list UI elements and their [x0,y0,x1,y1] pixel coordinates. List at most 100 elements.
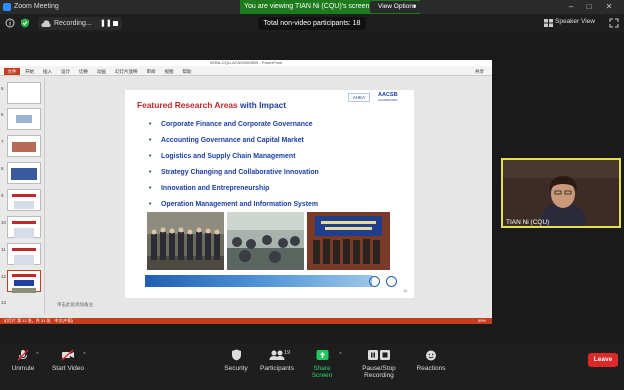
reactions-label: Reactions [416,365,446,372]
participant-video [503,160,619,226]
ppt-file-tab[interactable]: 文件 [4,68,20,75]
minimize-icon[interactable]: – [566,2,576,12]
aacsb-logo: AACSB ACCREDITED [378,92,411,104]
thumb-number: 5 [1,86,4,91]
ppt-tab[interactable]: 审阅 [147,69,156,74]
notes-placeholder: 单击此处添加备注 [57,302,93,307]
bullet-text: Strategy Changing and Collaborative Inno… [161,169,319,176]
unmute-label: Unmute [11,365,35,372]
ppt-tab[interactable]: 动画 [97,69,106,74]
start-video-label: Start Video [51,365,85,372]
share-screen-button[interactable]: Share Screen [303,349,341,379]
recording-label: Recording... [54,20,92,27]
slide-thumbnail-pane: 5 6 7 8 9 10 11 12 13 [0,78,45,314]
viewing-banner: You are viewing TIAN Ni (CQU)'s screen V… [240,0,420,14]
slide-thumbnail[interactable] [7,216,41,238]
ppt-zoom-level[interactable]: 99% [478,318,486,324]
bullet-item: • Logistics and Supply Chain Management [149,153,296,160]
slide-thumbnail[interactable] [7,108,41,130]
pause-stop-recording-button[interactable]: Pause/Stop Recording [349,349,409,379]
shield-icon[interactable] [20,18,30,28]
reactions-button[interactable]: Reactions [416,349,446,372]
speaker-view-button[interactable]: Speaker View [555,18,595,25]
participants-count-badge: 19 [284,350,291,356]
slide-thumbnail[interactable] [7,189,41,211]
ppt-tab[interactable]: 插入 [43,69,52,74]
active-speaker-tile[interactable]: TIAN Ni (CQU) [501,158,621,228]
shared-screen: SEBA-CQU-ACN00000805 - PowerPoint 文件 开始插… [0,60,492,324]
conference-photo [307,212,390,270]
bullet-item: • Strategy Changing and Collaborative Inn… [149,169,319,176]
slide-thumbnail[interactable] [7,82,41,104]
maximize-icon[interactable]: □ [584,2,594,12]
leave-button[interactable]: Leave [588,353,618,367]
share-options-chevron-icon[interactable]: ^ [339,352,342,358]
slide-thumbnail[interactable] [7,135,41,157]
bullet-text: Logistics and Supply Chain Management [161,153,296,160]
ppt-status-text: 幻灯片 第 12 张，共 31 张 中文(中国) [4,318,74,323]
view-options-button[interactable]: View Options ▾ [370,1,420,13]
pause-icon[interactable]: ❚❚ [100,17,112,30]
ppt-ribbon: 文件 开始 插入 设计 切换 动画 幻灯片放映 审阅 视图 帮助 共享 [0,66,492,76]
meeting-controls-bar: Unmute ^ Start Video ^ Security Particip… [0,344,624,390]
info-icon[interactable] [5,18,15,28]
zoom-logo-icon [3,3,11,11]
pause-stop-icon [368,350,390,360]
slide-banner-stripe [145,275,372,287]
ppt-tab[interactable]: 开始 [25,69,34,74]
ppt-tab[interactable]: 切换 [79,69,88,74]
bullet-item: • Operation Management and Information Sy… [149,201,318,208]
video-options-chevron-icon[interactable]: ^ [83,352,86,358]
ppt-tab[interactable]: 帮助 [183,69,192,74]
reactions-icon [426,350,436,361]
school-seal-icon [386,276,397,287]
security-button[interactable]: Security [222,349,250,372]
fullscreen-icon[interactable] [609,18,619,28]
title-bar: Zoom Meeting You are viewing TIAN Ni (CQ… [0,0,624,14]
pause-recording-label: Pause/Stop Recording [362,365,396,379]
notes-pane[interactable]: 单击此处添加备注 [45,300,492,310]
ahea-logo: AHEA [348,93,370,102]
thumb-number: 8 [1,166,4,171]
start-video-button[interactable]: Start Video [50,349,86,372]
slide-page-number: 12 [403,288,408,293]
bullet-text: Corporate Finance and Corporate Governan… [161,121,313,128]
chevron-down-icon: ▾ [412,4,416,10]
thumb-number: 6 [1,112,4,117]
bullet-text: Operation Management and Information Sys… [161,201,318,208]
view-options-label: View Options [378,3,417,10]
slide-canvas: AHEA AACSB ACCREDITED Featured Research … [125,90,414,298]
ppt-share-button[interactable]: 共享 [475,69,484,75]
ppt-status-bar: 幻灯片 第 12 张，共 31 张 中文(中国) 99% [0,318,492,324]
close-icon[interactable]: ✕ [604,2,614,12]
slide-title: Featured Research Areas with Impact [137,100,286,110]
recording-indicator: Recording... ❚❚ [38,17,122,30]
slide-thumbnail[interactable] [7,162,41,184]
participants-icon [269,350,285,360]
stop-icon[interactable] [113,21,118,26]
grid-icon [544,19,553,27]
ppt-tab[interactable]: 设计 [61,69,70,74]
unmute-button[interactable]: Unmute [8,349,38,372]
thumb-number: 9 [1,193,4,198]
slide-thumbnail-active[interactable] [7,270,41,293]
bullet-text: Innovation and Entrepreneurship [161,185,270,192]
window-title: Zoom Meeting [14,3,59,10]
participants-count-badge: Total non-video participants: 18 [258,17,366,30]
aacsb-accredited-text: ACCREDITED [378,98,398,102]
participants-label: Participants [260,365,294,372]
meeting-top-bar: Recording... ❚❚ Total non-video particip… [0,14,624,32]
ppt-tab[interactable]: 视图 [165,69,174,74]
slide-title-blue: with Impact [240,100,287,110]
ppt-tab[interactable]: 幻灯片放映 [115,69,138,74]
thumb-number: 12 [1,274,7,279]
slide-thumbnail[interactable] [7,243,41,265]
cloud-icon [41,20,51,27]
bullet-item: • Innovation and Entrepreneurship [149,185,270,192]
audio-options-chevron-icon[interactable]: ^ [36,352,39,358]
university-seal-icon [369,276,380,287]
classroom-photo [227,212,304,270]
security-label: Security [224,365,248,372]
participant-name: TIAN Ni (CQU) [506,219,550,226]
bullet-text: Accounting Governance and Capital Market [161,137,304,144]
